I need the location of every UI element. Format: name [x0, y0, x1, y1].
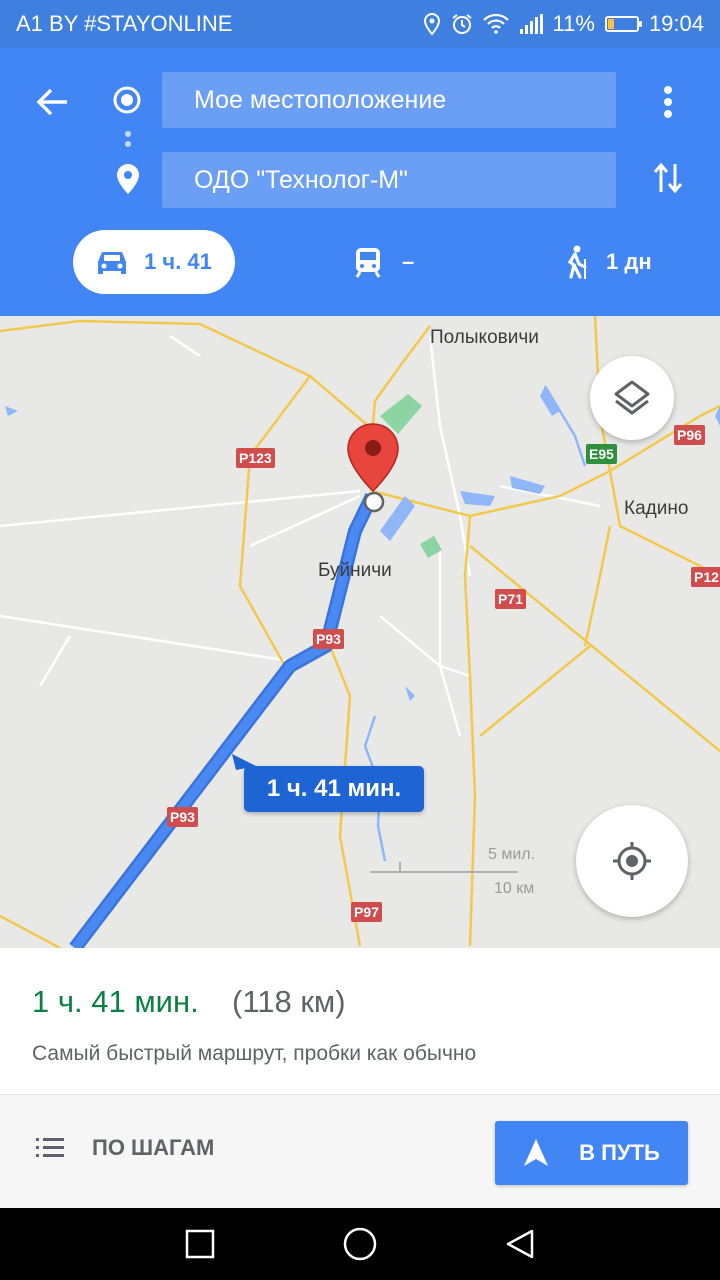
origin-marker-icon	[112, 85, 142, 120]
action-bar: ПО ШАГАМ В ПУТЬ	[0, 1094, 720, 1208]
system-nav-bar	[0, 1208, 720, 1280]
start-label: В ПУТЬ	[579, 1140, 660, 1165]
layers-icon	[614, 380, 650, 415]
map-view[interactable]: Полыковичи Кадино Буйничи P123 E95 P96 P…	[0, 316, 720, 948]
battery-level	[607, 19, 614, 29]
carrier-label: A1 BY #STAYONLINE	[16, 11, 233, 36]
route-distance: (118 км)	[232, 984, 346, 1019]
my-location-button[interactable]	[576, 805, 688, 917]
location-status-icon	[423, 13, 441, 35]
transit-time: –	[402, 249, 415, 274]
directions-header: Мое местоположение ОДО "Технолог-М" 1 ч.…	[0, 48, 720, 316]
route-description: Самый быстрый маршрут, пробки как обычно	[32, 1042, 477, 1065]
driving-time: 1 ч. 41	[144, 249, 212, 274]
square-icon	[185, 1229, 215, 1259]
triangle-back-icon	[506, 1229, 534, 1259]
train-icon	[355, 248, 381, 278]
origin-field[interactable]: Мое местоположение	[162, 72, 616, 128]
swap-vert-icon	[653, 162, 683, 194]
scale-miles: 5 мил.	[488, 846, 536, 863]
battery-percent: 11%	[552, 11, 595, 36]
status-bar: A1 BY #STAYONLINE 11% 19:04	[0, 0, 720, 48]
route-summary[interactable]: 1 ч. 41 мин. (118 км) Самый быстрый марш…	[0, 948, 720, 1094]
place-label: Буйничи	[318, 560, 392, 581]
list-icon	[36, 1138, 64, 1157]
destination-pin-icon	[115, 163, 141, 200]
destination-field[interactable]: ОДО "Технолог-М"	[162, 152, 616, 208]
road-shield: E95	[586, 444, 617, 464]
alarm-icon	[451, 13, 473, 35]
tab-transit[interactable]: –	[354, 230, 414, 294]
circle-icon	[343, 1227, 377, 1261]
more-vert-icon	[664, 86, 672, 118]
back-button[interactable]	[30, 80, 74, 124]
navigation-arrow-icon	[524, 1139, 549, 1166]
route-dots-icon	[124, 130, 132, 161]
hiking-icon	[567, 245, 587, 279]
steps-button[interactable]: ПО ШАГАМ	[36, 1135, 214, 1161]
car-icon	[98, 252, 127, 274]
back-nav-button[interactable]	[500, 1226, 540, 1262]
overflow-menu-button[interactable]	[652, 80, 684, 124]
tab-driving[interactable]: 1 ч. 41	[73, 230, 235, 294]
battery-icon	[604, 16, 642, 32]
route-duration: 1 ч. 41 мин.	[32, 984, 199, 1019]
signal-icon	[519, 14, 543, 34]
layers-button[interactable]	[590, 356, 674, 440]
wifi-icon	[482, 14, 509, 34]
recents-button[interactable]	[180, 1226, 220, 1262]
scale-km: 10 км	[494, 880, 535, 897]
road-shield: P97	[351, 902, 382, 922]
road-shield: P96	[674, 425, 705, 445]
road-shield: P123	[236, 448, 275, 468]
crosshair-icon	[613, 842, 651, 880]
road-shield: P93	[167, 807, 198, 827]
road-shield: P71	[495, 589, 526, 609]
status-icons: 11% 19:04	[423, 11, 704, 37]
walking-time: 1 дн	[606, 249, 652, 274]
place-label: Кадино	[624, 498, 689, 519]
start-navigation-button[interactable]: В ПУТЬ	[495, 1121, 688, 1185]
arrow-back-icon	[36, 88, 67, 116]
route-time-callout[interactable]: 1 ч. 41 мин.	[244, 766, 424, 812]
road-shield: P12	[691, 567, 720, 587]
clock: 19:04	[648, 11, 704, 36]
swap-button[interactable]	[648, 156, 688, 200]
home-button[interactable]	[340, 1226, 380, 1262]
road-shield: P93	[313, 629, 344, 649]
place-label: Полыковичи	[430, 327, 539, 348]
destination-map-pin-icon	[347, 423, 399, 513]
steps-label: ПО ШАГАМ	[92, 1135, 215, 1160]
tab-walking[interactable]: 1 дн	[562, 230, 652, 294]
